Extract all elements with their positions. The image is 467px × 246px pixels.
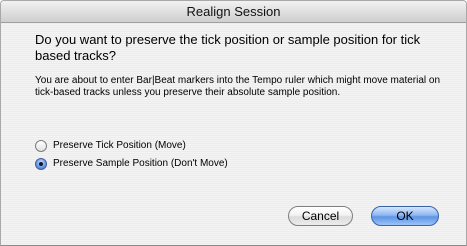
preserve-tick-position-label[interactable]: Preserve Tick Position (Move) <box>53 140 186 152</box>
radio-selected-dot <box>39 162 43 166</box>
dialog-title: Realign Session <box>1 1 466 23</box>
realign-session-dialog: Realign Session Do you want to preserve … <box>0 0 467 246</box>
preserve-sample-position-option[interactable]: Preserve Sample Position (Don't Move) <box>35 157 228 171</box>
radio-button-checked-icon[interactable] <box>35 158 47 170</box>
cancel-button[interactable]: Cancel <box>288 206 353 226</box>
radio-button-unchecked-icon[interactable] <box>35 140 47 152</box>
ok-button[interactable]: OK <box>371 206 439 226</box>
dialog-heading: Do you want to preserve the tick positio… <box>35 32 421 63</box>
dialog-message: You are about to enter Bar|Beat markers … <box>35 75 441 98</box>
preserve-tick-position-option[interactable]: Preserve Tick Position (Move) <box>35 139 186 153</box>
preserve-sample-position-label[interactable]: Preserve Sample Position (Don't Move) <box>53 158 228 170</box>
